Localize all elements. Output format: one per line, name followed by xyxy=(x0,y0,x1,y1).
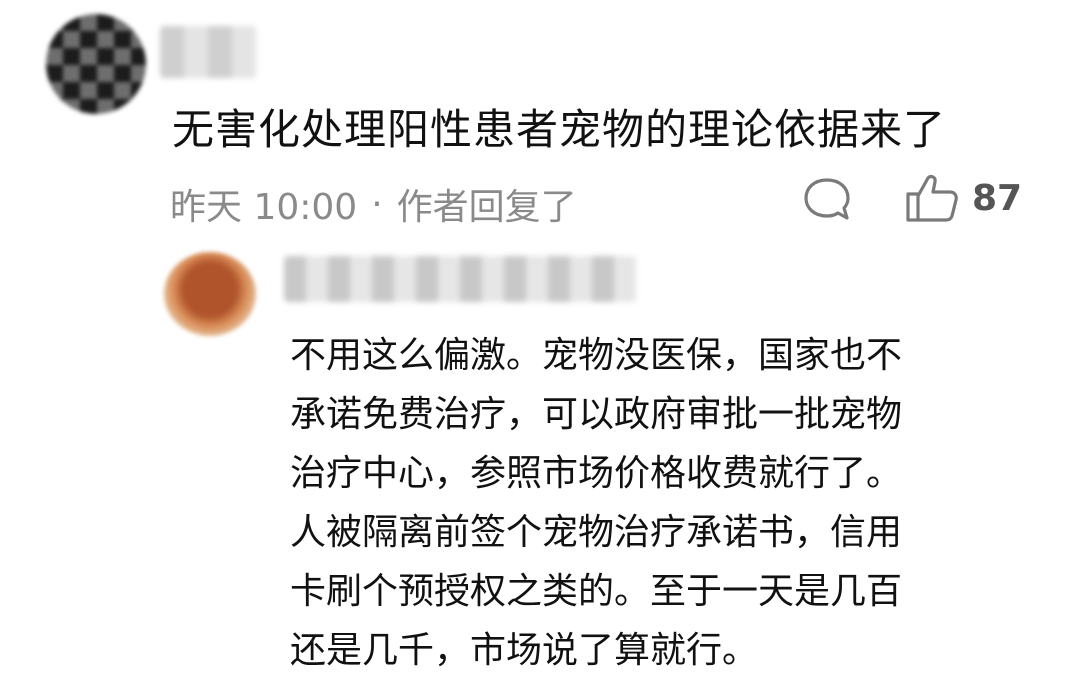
comment-timestamp: 昨天 10:00 xyxy=(170,187,358,228)
replier-avatar[interactable] xyxy=(164,252,256,336)
reply-line: 不用这么偏激。宠物没医保，国家也不 xyxy=(290,335,903,376)
reply-text: 不用这么偏激。宠物没医保，国家也不 承诺免费治疗，可以政府审批一批宠物 治疗中心… xyxy=(290,326,1010,680)
author-replied-label[interactable]: 作者回复了 xyxy=(397,178,577,230)
reply-line: 治疗中心，参照市场价格收费就行了。 xyxy=(290,453,903,494)
like-count: 87 xyxy=(972,178,1023,219)
reply-line: 承诺免费治疗，可以政府审批一批宠物 xyxy=(290,394,903,435)
replier-name-blurred[interactable] xyxy=(284,256,636,302)
reply-line: 人被隔离前签个宠物治疗承诺书，信用 xyxy=(290,512,903,553)
commenter-avatar[interactable] xyxy=(46,14,146,114)
speech-bubble-icon[interactable] xyxy=(802,176,852,222)
comment-meta: 昨天 10:00 · 作者回复了 xyxy=(170,178,577,230)
reply-line: 还是几千，市场说了算就行。 xyxy=(290,630,759,671)
thumbs-up-icon[interactable] xyxy=(904,172,960,224)
comment-text: 无害化处理阳性患者宠物的理论依据来了 xyxy=(172,105,947,154)
meta-separator: · xyxy=(371,183,383,225)
commenter-name-blurred[interactable] xyxy=(160,26,256,78)
reply-line: 卡刷个预授权之类的。至于一天是几百 xyxy=(290,571,903,612)
